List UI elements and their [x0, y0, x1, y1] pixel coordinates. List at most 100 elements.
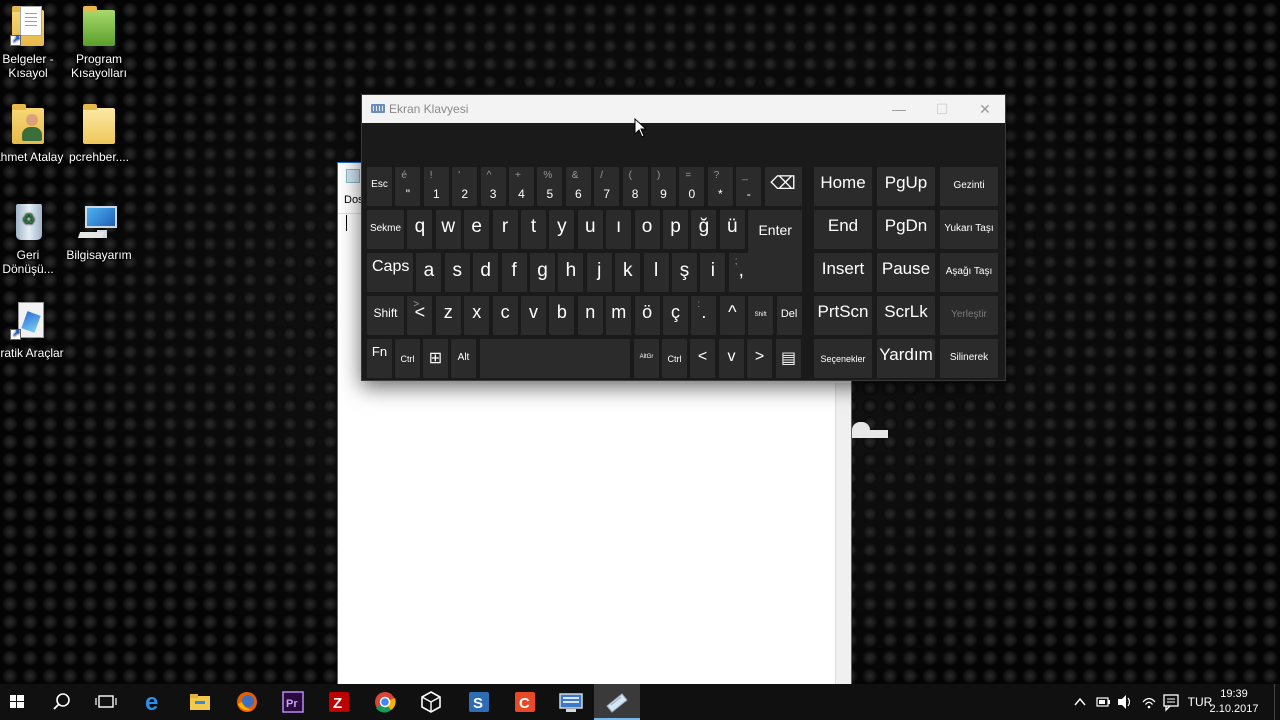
key-caps[interactable]: Caps [367, 253, 413, 292]
key-o[interactable]: o [634, 210, 660, 249]
chrome-button[interactable] [362, 684, 408, 720]
key-left-ctrl[interactable]: Ctrl [395, 339, 420, 378]
key-home[interactable]: Home [814, 167, 872, 206]
key-symbol[interactable]: - _ [736, 167, 762, 206]
key-secenekler[interactable]: Seçenekler [814, 339, 872, 378]
close-button[interactable]: ✕ [963, 95, 1007, 123]
desktop-icon-pratik-araclar[interactable]: Pratik Araçlar [0, 298, 64, 360]
filezilla-button[interactable]: Z [316, 684, 362, 720]
power-tray-button[interactable] [1093, 684, 1113, 720]
key-t[interactable]: t [521, 210, 546, 249]
key-o[interactable]: ö [634, 296, 660, 335]
key-scrlk[interactable]: ScrLk [877, 296, 935, 335]
desktop-icon-documents-shortcut[interactable]: Belgeler - Kısayol [0, 4, 64, 80]
camtasia-button[interactable]: C [502, 684, 548, 720]
key-i[interactable]: i [700, 253, 726, 292]
key-gezinti[interactable]: Gezinti [940, 167, 998, 206]
key-arrow-left[interactable]: < [690, 339, 715, 378]
key-3[interactable]: 3 ^ [480, 167, 506, 206]
premiere-button[interactable]: Pr [270, 684, 316, 720]
key-n[interactable]: n [577, 296, 603, 335]
key-6[interactable]: 6 & [565, 167, 591, 206]
desktop-icon-pcrehber[interactable]: pcrehber.... [63, 102, 135, 164]
key-arrow-down[interactable]: v [719, 339, 744, 378]
key-s[interactable]: s [444, 253, 470, 292]
action-center-button[interactable] [1160, 684, 1182, 720]
task-view-button[interactable] [84, 684, 130, 720]
on-screen-keyboard-taskbar-button[interactable] [594, 684, 640, 720]
key-5[interactable]: 5% [537, 167, 563, 206]
key-right-shift[interactable]: Shift [748, 296, 774, 335]
key-windows[interactable]: ⊞ [423, 339, 448, 378]
key-z[interactable]: z [435, 296, 461, 335]
snagit-button[interactable]: S [456, 684, 502, 720]
desktop-icon-computer[interactable]: Bilgisayarım [63, 200, 135, 262]
key-y[interactable]: y [549, 210, 575, 249]
key-asagi-tasi[interactable]: Aşağı Taşı [940, 253, 998, 292]
search-button[interactable] [38, 684, 84, 720]
file-explorer-button[interactable] [177, 684, 223, 720]
key-alt[interactable]: Alt [451, 339, 476, 378]
key-v[interactable]: v [521, 296, 546, 335]
key-9[interactable]: 9) [651, 167, 676, 206]
key-symbol[interactable]: < > [407, 296, 433, 335]
key-symbol[interactable]: ,; [728, 253, 754, 292]
key-g[interactable]: ğ [691, 210, 717, 249]
key-h[interactable]: h [558, 253, 584, 292]
desktop-icon-user-folder[interactable]: Ahmet Atalay [0, 102, 64, 164]
show-desktop-button[interactable] [1274, 684, 1280, 720]
key-enter[interactable]: Enter [748, 210, 803, 292]
vertical-scrollbar[interactable] [835, 383, 851, 685]
key-l[interactable]: l [643, 253, 669, 292]
key-a[interactable]: a [416, 253, 442, 292]
key-del[interactable]: Del [776, 296, 802, 335]
key-pgdn[interactable]: PgDn [877, 210, 935, 249]
key-yukari-tasi[interactable]: Yukarı Taşı [940, 210, 998, 249]
key-q[interactable]: q [407, 210, 433, 249]
key-symbol[interactable]: .: [691, 296, 717, 335]
key-u[interactable]: u [577, 210, 603, 249]
key-u[interactable]: ü [719, 210, 745, 249]
key-w[interactable]: w [435, 210, 461, 249]
key-8[interactable]: 8( [622, 167, 648, 206]
start-button[interactable] [0, 684, 40, 720]
key-right-ctrl[interactable]: Ctrl [662, 339, 687, 378]
key-e[interactable]: e [464, 210, 490, 249]
key-i[interactable]: ı [606, 210, 632, 249]
key-x[interactable]: x [464, 296, 490, 335]
key-k[interactable]: k [615, 253, 641, 292]
key-sekme[interactable]: Sekme [367, 210, 404, 249]
key-pgup[interactable]: PgUp [877, 167, 935, 206]
on-screen-keyboard-window[interactable]: Ekran Klavyesi — ☐ ✕ Esc " é 1! 2 ' 3 ^ 4 +5% 6 & 7/… [361, 94, 1006, 381]
key-yerlestir[interactable]: Yerleştir [940, 296, 998, 335]
desktop-icon-recycle-bin[interactable]: Geri Dönüşü... [0, 200, 64, 276]
key-end[interactable]: End [814, 210, 872, 249]
remote-desktop-button[interactable] [548, 684, 594, 720]
key-7[interactable]: 7/ [594, 167, 620, 206]
tray-overflow-button[interactable] [1070, 684, 1090, 720]
key-c[interactable]: ç [663, 296, 688, 335]
key-b[interactable]: b [549, 296, 575, 335]
key-0[interactable]: 0 = [679, 167, 705, 206]
key-m[interactable]: m [606, 296, 632, 335]
desktop-icon-program-shortcuts[interactable]: Program Kısayolları [63, 4, 135, 80]
key-p[interactable]: p [663, 210, 688, 249]
key-esc[interactable]: Esc [367, 167, 392, 206]
key-altgr[interactable]: AltGr [634, 339, 659, 378]
key-silinerek[interactable]: Silinerek [940, 339, 998, 378]
network-tray-button[interactable] [1139, 684, 1159, 720]
key-symbol[interactable]: " é [395, 167, 421, 206]
key-1[interactable]: 1! [423, 167, 449, 206]
key-fn[interactable]: Fn [367, 339, 392, 378]
virtualbox-button[interactable] [408, 684, 454, 720]
key-shift[interactable]: Shift [367, 296, 404, 335]
key-c[interactable]: c [492, 296, 518, 335]
key-menu[interactable]: ▤ [776, 339, 801, 378]
key-space[interactable] [480, 339, 630, 378]
edge-button[interactable]: e [131, 684, 177, 720]
key-insert[interactable]: Insert [814, 253, 872, 292]
key-prtscn[interactable]: PrtScn [814, 296, 872, 335]
key-j[interactable]: j [586, 253, 612, 292]
key-g[interactable]: g [530, 253, 555, 292]
maximize-button[interactable]: ☐ [920, 95, 964, 123]
